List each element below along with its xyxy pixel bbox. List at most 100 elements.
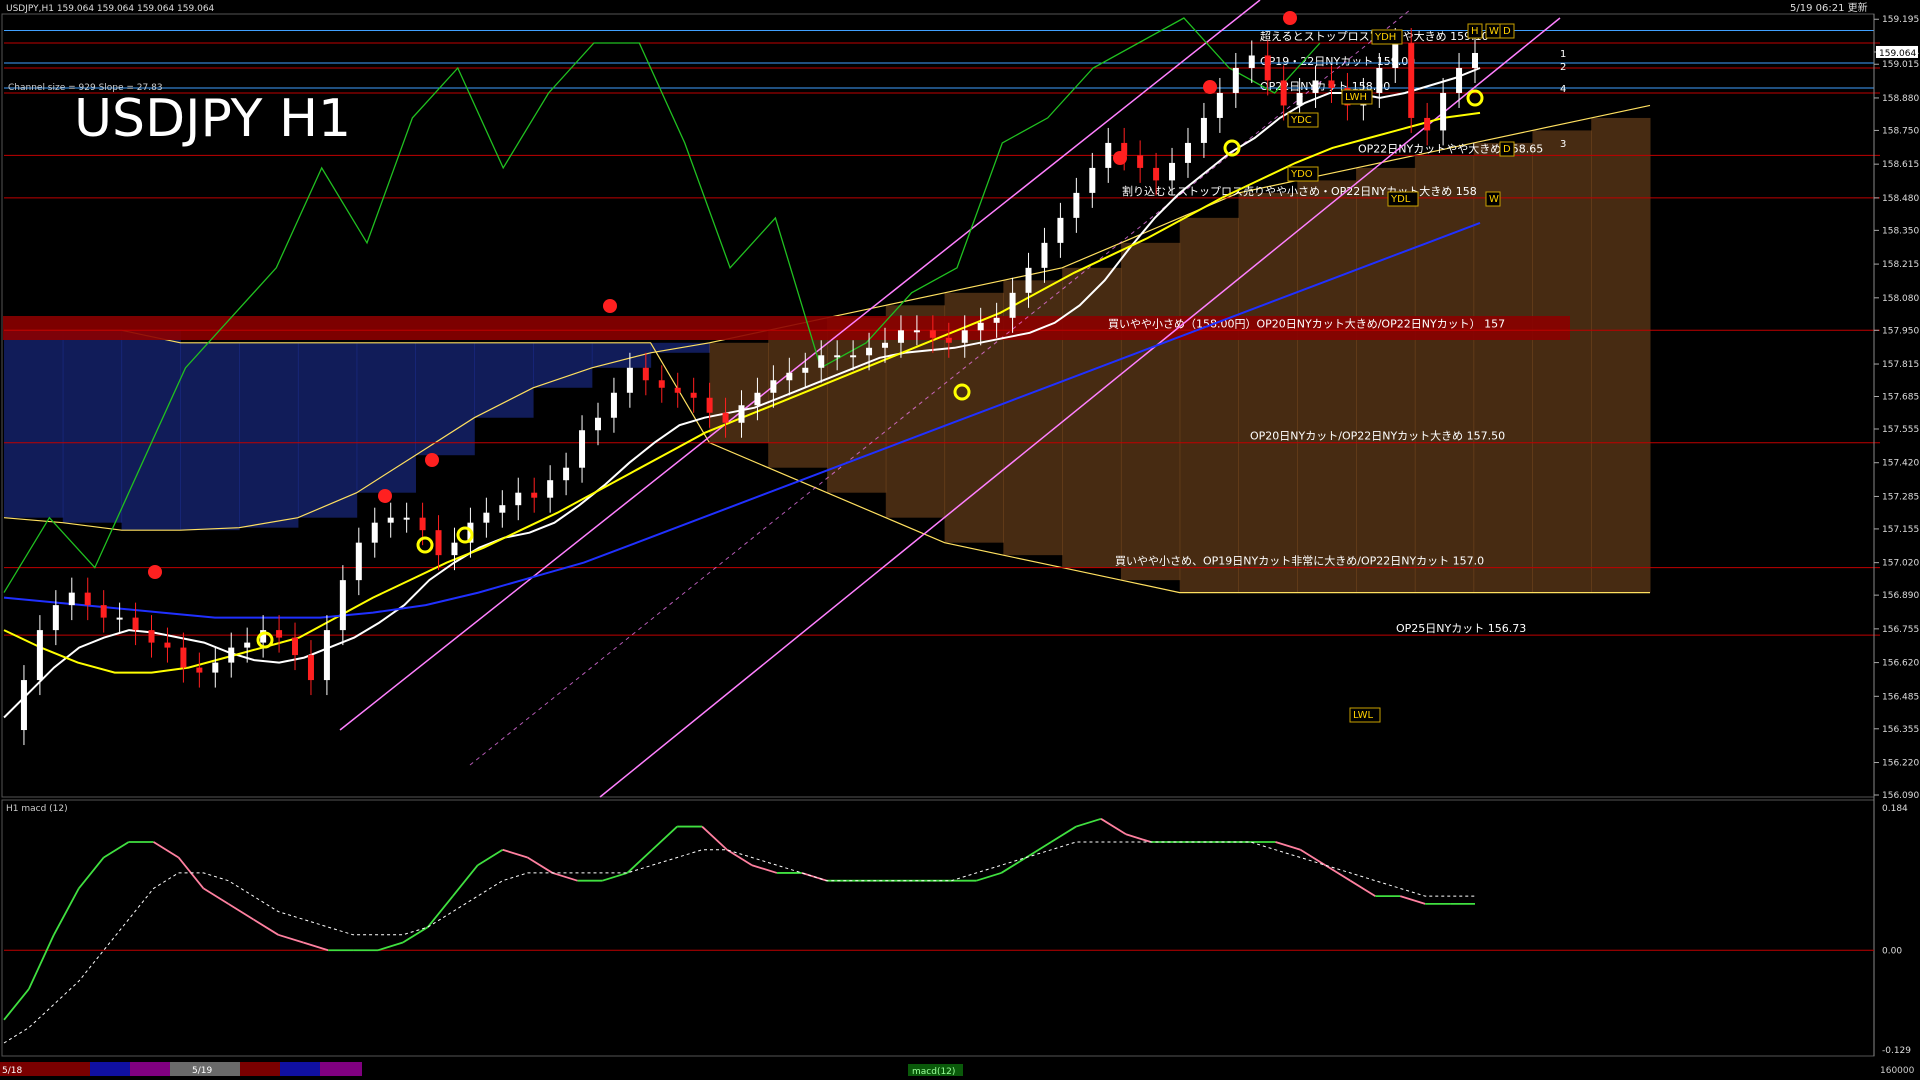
candle-body [435,530,442,556]
candle-body [1376,67,1383,93]
axis-tick-label: 158.750 [1882,126,1919,136]
candle-body [786,372,793,381]
level-label: 割り込むとストップロス売りやや小さめ・OP22日NYカット大きめ 158 [1122,184,1477,198]
candle-body [722,412,729,423]
sell-signal-mark [1283,11,1297,25]
level-tag-text: H [1471,26,1479,37]
level-label: OP25日NYカット 156.73 [1396,622,1526,635]
candle-body [1089,167,1096,193]
candle-body [945,337,952,343]
axis-tick-label: 157.420 [1882,459,1919,469]
sell-signal-mark [378,489,392,503]
cloud-segment [62,330,123,523]
level-tag-text: W [1489,194,1499,205]
cloud-segment [1062,267,1122,568]
candle-body [897,330,904,343]
strip-seg [130,1062,170,1076]
candle-body [36,630,43,681]
candle-body [579,430,586,468]
macd-axis-label: 0.184 [1882,804,1908,814]
axis-tick-label: 157.815 [1882,360,1919,370]
candle-body [1169,162,1176,181]
candle-body [531,492,538,498]
level-label: OP20日NYカット/OP22日NYカット大きめ 157.50 [1250,429,1505,443]
level-tag-text: YDC [1290,115,1312,126]
axis-tick-label: 157.285 [1882,492,1919,502]
sell-signal-mark [603,299,617,313]
cloud-segment [356,342,416,493]
candle-body [913,330,920,333]
axis-tick-label: 157.685 [1882,393,1919,403]
date-tag-2: 5/19 [192,1066,212,1076]
axis-tick-label: 156.355 [1882,725,1919,735]
bottom-right-value: 160000 [1880,1066,1915,1076]
cloud-segment [4,330,64,518]
cloud-segment [1238,192,1298,593]
candle-body [323,630,330,681]
level-label: 買いやや小さめ、OP19日NYカット非常に大きめ/OP22日NYカット 157.… [1115,554,1484,568]
candle-body [866,347,873,356]
candle-body [371,522,378,543]
candle-body [770,380,777,393]
candle-body [228,647,235,663]
channel-info: Channel size = 929 Slope = 27.83 [8,83,163,93]
level-tag-text: YDO [1290,169,1313,180]
candle-body [100,605,107,618]
candle-body [307,655,314,681]
candle-body [1264,55,1271,81]
candle-body [626,367,633,393]
datetime-label: 5/19 06:21 更新 [1790,1,1868,14]
candle-body [403,517,410,520]
candle-body [68,592,75,606]
macd-tag: macd(12) [912,1067,955,1077]
chart-title: USDJPY H1 [74,89,351,149]
candle-body [690,392,697,398]
candle-body [515,492,522,506]
candle-body [419,517,426,531]
candle-body [116,617,123,620]
pivot-number: 2 [1560,62,1566,73]
candle-body [1073,192,1080,218]
axis-tick-label: 157.950 [1882,326,1919,336]
cloud-segment [1120,242,1181,581]
candle-body [610,392,617,418]
candle-body [20,680,27,731]
axis-tick-label: 157.155 [1882,525,1919,535]
axis-tick-label: 156.220 [1882,759,1919,769]
candle-body [52,605,59,631]
axis-tick-label: 156.620 [1882,659,1919,669]
cloud-segment [474,342,534,418]
current-price-label: 159.064 [1879,49,1916,59]
candle-body [244,642,251,648]
axis-tick-label: 159.195 [1882,15,1919,25]
strip-seg [320,1062,362,1076]
axis-tick-label: 157.020 [1882,559,1919,569]
candle-body [276,630,283,638]
pivot-number: 4 [1560,84,1566,95]
candle-body [1296,92,1303,106]
sell-signal-mark [148,565,162,579]
level-tag-text: D [1503,144,1511,155]
level-label: 買いやや小さめ（158.00円）OP20日NYカット大きめ/OP22日NYカット… [1108,316,1505,330]
strip-seg [280,1062,320,1076]
candle-body [387,517,394,523]
candle-body [451,542,458,556]
candle-body [929,330,936,338]
candle-body [547,480,554,498]
axis-tick-label: 157.555 [1882,425,1919,435]
level-tag-text: LWH [1345,92,1367,103]
sell-signal-mark [425,453,439,467]
candle-body [658,380,665,388]
candle-body [1057,217,1064,243]
cloud-segment [1532,130,1592,593]
level-tag-text: D [1503,26,1511,37]
macd-axis-label: -0.129 [1882,1046,1911,1056]
candle-body [993,317,1000,323]
candle-body [180,647,187,668]
candle-body [1153,167,1160,181]
axis-tick-label: 159.015 [1882,60,1919,70]
candle-body [563,467,570,481]
candle-body [1312,80,1319,93]
axis-tick-label: 158.615 [1882,160,1919,170]
candle-body [1440,92,1447,131]
